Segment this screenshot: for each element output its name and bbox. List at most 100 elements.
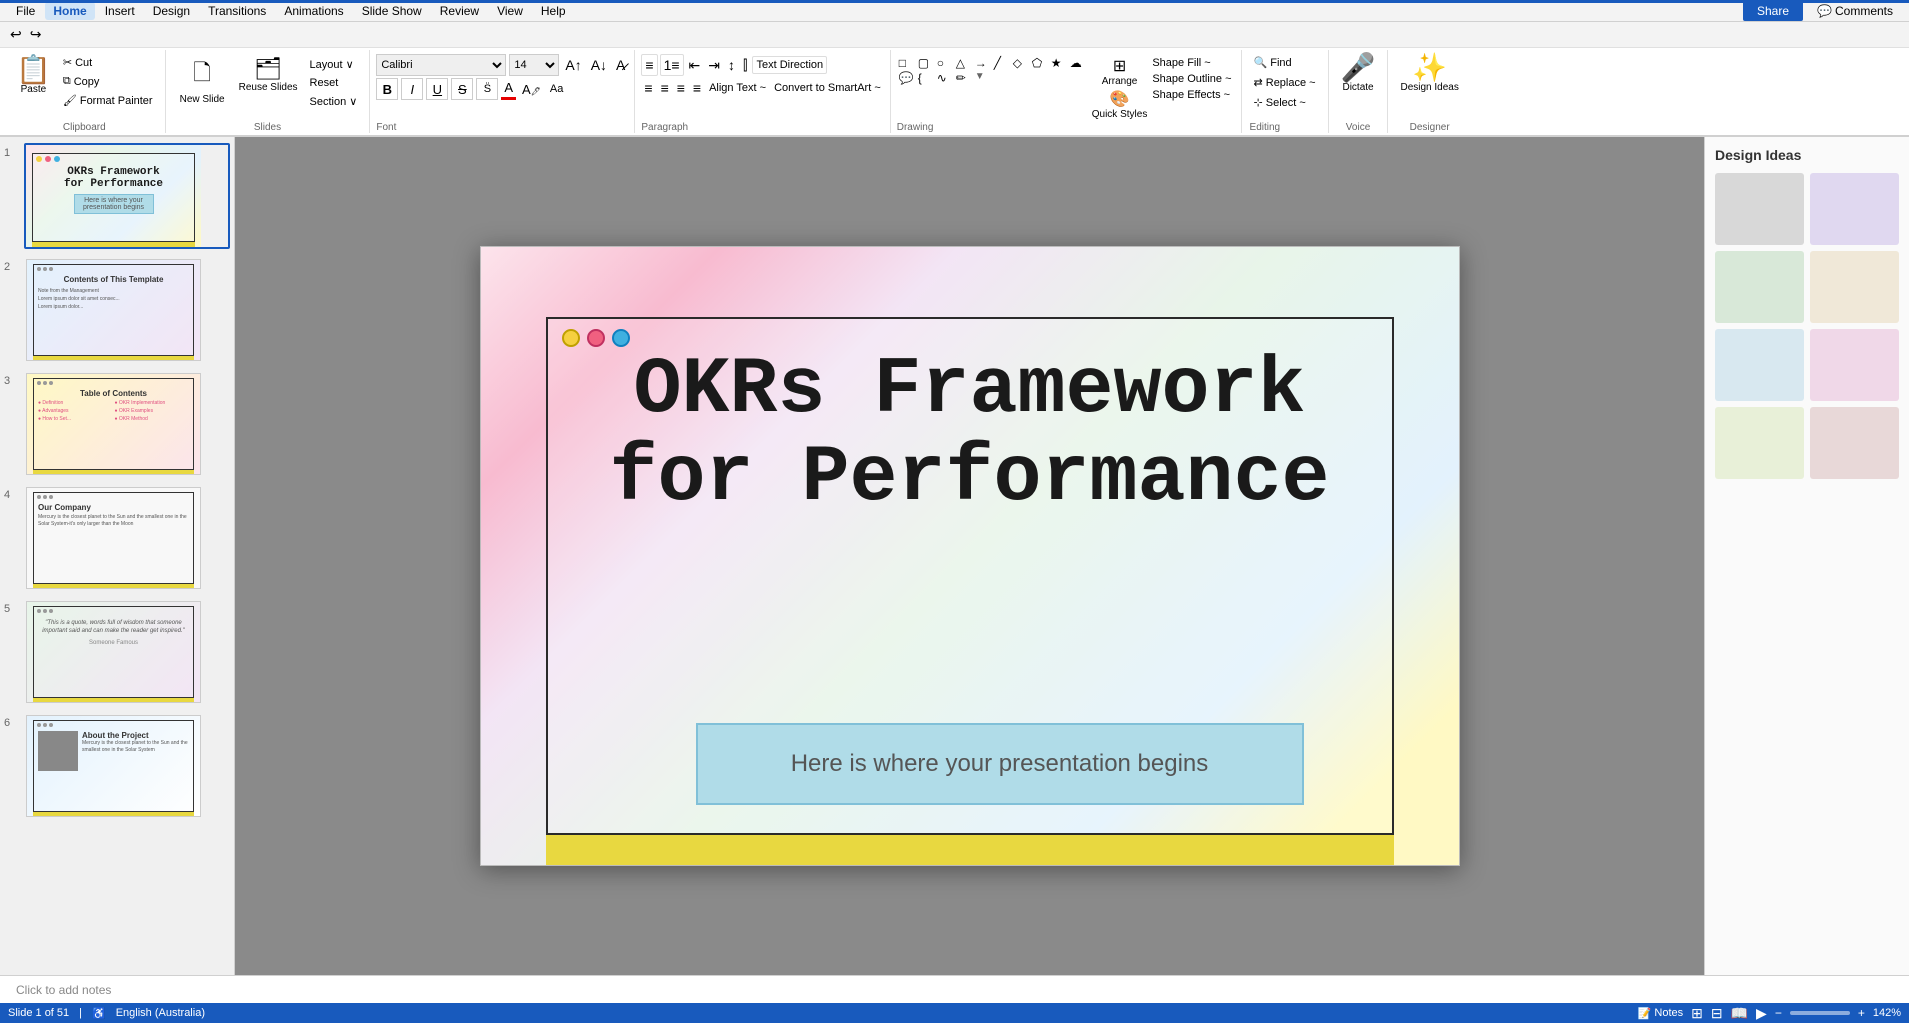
justify-button[interactable]: ≡ (690, 78, 704, 98)
notes-bar[interactable]: Click to add notes (0, 975, 1909, 1003)
center-button[interactable]: ≡ (658, 78, 672, 98)
section-button[interactable]: Section ∨ (306, 93, 362, 110)
zoom-in-icon[interactable]: + (1858, 1006, 1865, 1020)
line-shape[interactable]: ╱ (994, 56, 1012, 70)
italic-button[interactable]: I (401, 78, 423, 100)
line-spacing-button[interactable]: ↕ (725, 55, 738, 75)
menu-item-view[interactable]: View (489, 2, 531, 20)
slide-thumb-2[interactable]: Contents of This Template Note from the … (24, 257, 230, 363)
arrange-button[interactable]: ⊞ Arrange (1092, 56, 1148, 87)
menu-item-insert[interactable]: Insert (97, 2, 143, 20)
callout-shape[interactable]: 💬 (899, 71, 917, 85)
menu-item-transitions[interactable]: Transitions (200, 2, 274, 20)
bullets-button[interactable]: ≡ (641, 54, 657, 76)
find-button[interactable]: 🔍 Find (1250, 54, 1320, 71)
columns-button[interactable]: ⫿ (740, 55, 750, 76)
shape-outline-button[interactable]: Shape Outline ~ (1149, 72, 1234, 86)
reading-view-button[interactable]: 📖 (1731, 1005, 1748, 1022)
font-decrease-button[interactable]: A↓ (588, 55, 610, 75)
align-text-button[interactable]: Align Text ~ (706, 80, 769, 96)
increase-indent-button[interactable]: ⇥ (705, 55, 723, 76)
curve-shape[interactable]: ∿ (937, 71, 955, 85)
design-idea-6[interactable] (1810, 329, 1899, 401)
convert-smartart-button[interactable]: Convert to SmartArt ~ (771, 80, 884, 96)
slide-item-6[interactable]: 6 About the Project Mercury (4, 713, 230, 819)
arrow-shape[interactable]: → (975, 56, 993, 70)
slide-item-3[interactable]: 3 Table of Contents ● Definition ● OKR I… (4, 371, 230, 477)
font-color-button[interactable]: A (501, 78, 516, 100)
design-idea-8[interactable] (1810, 407, 1899, 479)
bracket-shape[interactable]: { (918, 71, 936, 85)
strikethrough-button[interactable]: S (451, 78, 473, 100)
comments-button[interactable]: 💬 Comments (1809, 1, 1901, 21)
normal-view-button[interactable]: ⊞ (1691, 1005, 1703, 1022)
font-size-selector[interactable]: 14 (509, 54, 559, 76)
text-shadow-button[interactable]: S̈ (476, 78, 498, 100)
slideshow-button[interactable]: ▶ (1756, 1005, 1767, 1022)
zoom-out-icon[interactable]: − (1775, 1006, 1782, 1020)
paste-button[interactable]: 📋 Paste (12, 54, 55, 97)
slide-item-1[interactable]: 1 OKRs Frameworkfor Performance Here is … (4, 143, 230, 249)
slide-item-4[interactable]: 4 Our Company Mercury is the closest pla… (4, 485, 230, 591)
diamond-shape[interactable]: ◇ (1013, 56, 1031, 70)
design-idea-5[interactable] (1715, 329, 1804, 401)
more-shapes[interactable]: ▼ (975, 71, 993, 85)
reset-button[interactable]: Reset (306, 75, 362, 91)
replace-button[interactable]: ⇄ Replace ~ (1250, 74, 1320, 91)
dictate-button[interactable]: 🎤 Dictate (1337, 50, 1380, 97)
menu-item-home[interactable]: Home (45, 2, 94, 20)
align-left-button[interactable]: ≡ (641, 78, 655, 98)
cloud-shape[interactable]: ☁ (1070, 56, 1088, 70)
pentagon-shape[interactable]: ⬠ (1032, 56, 1050, 70)
underline-button[interactable]: U (426, 78, 448, 100)
slide-sorter-button[interactable]: ⊟ (1711, 1005, 1723, 1022)
menu-item-animations[interactable]: Animations (276, 2, 351, 20)
design-idea-2[interactable] (1810, 173, 1899, 245)
decrease-indent-button[interactable]: ⇤ (686, 55, 704, 76)
font-increase-button[interactable]: A↑ (562, 55, 584, 75)
new-slide-button[interactable]: 🗋 New Slide (174, 54, 231, 107)
text-highlight-button[interactable]: A🖊 (519, 80, 544, 99)
design-idea-1[interactable] (1715, 173, 1804, 245)
text-direction-button[interactable]: Text Direction (752, 56, 827, 74)
shape-effects-button[interactable]: Shape Effects ~ (1149, 88, 1234, 102)
design-idea-7[interactable] (1715, 407, 1804, 479)
freeform-shape[interactable]: ✏ (956, 71, 974, 85)
quick-styles-button[interactable]: 🎨 Quick Styles (1092, 89, 1148, 120)
design-ideas-button[interactable]: ✨ Design Ideas (1396, 50, 1462, 97)
rect-shape[interactable]: □ (899, 56, 917, 70)
slide-thumb-4[interactable]: Our Company Mercury is the closest plane… (24, 485, 230, 591)
menu-item-review[interactable]: Review (432, 2, 487, 20)
format-painter-button[interactable]: 🖌 Format Painter (59, 92, 157, 109)
slide-thumb-6[interactable]: About the Project Mercury is the closest… (24, 713, 230, 819)
select-button[interactable]: ⊹ Select ~ (1250, 94, 1320, 111)
clear-format-button[interactable]: A̷ (613, 55, 628, 75)
slide-thumb-1[interactable]: OKRs Frameworkfor Performance Here is wh… (24, 143, 230, 249)
redo-icon[interactable]: ↪ (26, 24, 46, 45)
menu-item-help[interactable]: Help (533, 2, 574, 20)
cut-button[interactable]: ✂ Cut (59, 54, 157, 71)
copy-button[interactable]: ⧉ Copy (59, 73, 157, 90)
zoom-slider[interactable] (1790, 1011, 1850, 1015)
font-name-selector[interactable]: Calibri (376, 54, 506, 76)
slide-thumb-3[interactable]: Table of Contents ● Definition ● OKR Imp… (24, 371, 230, 477)
numbering-button[interactable]: 1≡ (660, 54, 684, 76)
bold-button[interactable]: B (376, 78, 398, 100)
slide-item-5[interactable]: 5 "This is a quote, words full of wisdom… (4, 599, 230, 705)
notes-button[interactable]: 📝 Notes (1638, 1007, 1683, 1020)
share-button[interactable]: Share (1743, 1, 1803, 21)
undo-icon[interactable]: ↩ (6, 24, 26, 45)
slide-item-2[interactable]: 2 Contents of This Template Note from th… (4, 257, 230, 363)
rounded-rect-shape[interactable]: ▢ (918, 56, 936, 70)
slide-thumb-5[interactable]: "This is a quote, words full of wisdom t… (24, 599, 230, 705)
reuse-slides-button[interactable]: 🗂 Reuse Slides (233, 54, 304, 95)
star-shape[interactable]: ★ (1051, 56, 1069, 70)
menu-item-file[interactable]: File (8, 2, 43, 20)
change-case-button[interactable]: Aa (547, 81, 566, 97)
align-right-button[interactable]: ≡ (674, 78, 688, 98)
layout-button[interactable]: Layout ∨ (306, 56, 362, 73)
menu-item-slideshow[interactable]: Slide Show (354, 2, 430, 20)
triangle-shape[interactable]: △ (956, 56, 974, 70)
design-idea-3[interactable] (1715, 251, 1804, 323)
oval-shape[interactable]: ○ (937, 56, 955, 70)
